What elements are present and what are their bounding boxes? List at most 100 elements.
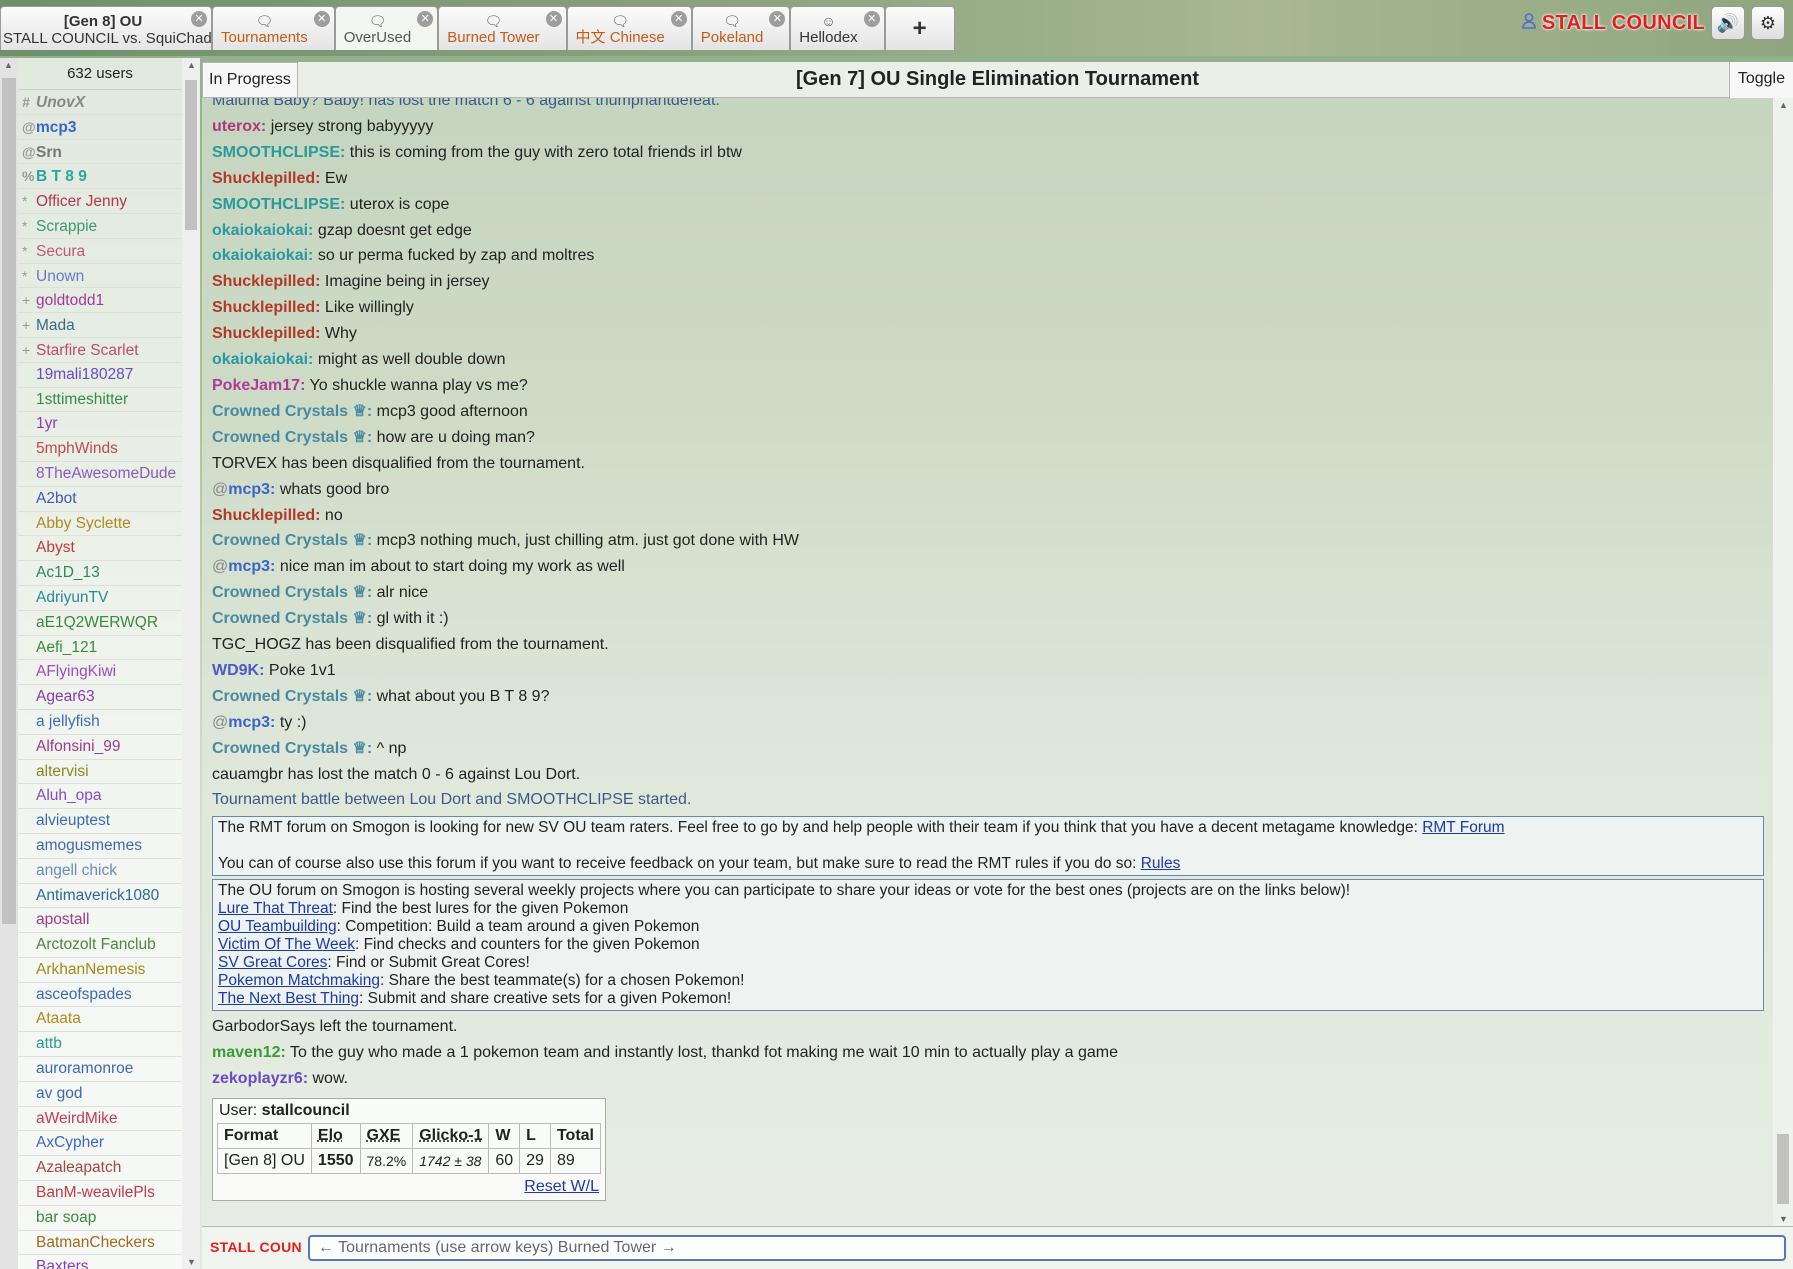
user-list-item[interactable]: + Mada (18, 313, 182, 338)
user-list-item[interactable]: a jellyfish (18, 710, 182, 735)
user-list-item[interactable]: AdriyunTV (18, 586, 182, 611)
chat-username[interactable]: uterox: (212, 118, 266, 135)
chat-username[interactable]: Shucklepilled: (212, 273, 320, 290)
sound-button[interactable]: 🔊 (1711, 6, 1745, 40)
user-list-item[interactable]: %B T 8 9 (18, 164, 182, 190)
user-list-item[interactable]: alvieuptest (18, 809, 182, 834)
chat-username[interactable]: Shucklepilled: (212, 299, 320, 316)
user-list-item[interactable]: AxCypher (18, 1131, 182, 1157)
user-list-item[interactable]: Baxters (18, 1255, 182, 1269)
close-icon[interactable]: ✕ (670, 11, 687, 27)
toggle-button[interactable]: Toggle (1728, 62, 1793, 98)
user-list-item[interactable]: Alfonsini_99 (18, 735, 182, 760)
user-list-item[interactable]: BatmanCheckers (18, 1231, 182, 1256)
chat-username[interactable]: Shucklepilled: (212, 170, 320, 187)
rmt-forum-link[interactable]: RMT Forum (1422, 819, 1504, 836)
close-icon[interactable]: ✕ (417, 11, 434, 27)
user-list-item[interactable]: 5mphWinds (18, 437, 182, 462)
chat-scrollbar[interactable]: ▲ ▼ (1773, 98, 1793, 1226)
user-list-item[interactable]: Abyst (18, 536, 182, 562)
user-list-item[interactable]: Arctozolt Fanclub (18, 933, 182, 958)
chat-username[interactable]: Crowned Crystals ♕: (212, 740, 372, 757)
user-list-item[interactable]: + Starfire Scarlet (18, 338, 182, 363)
user-list-item[interactable]: av god (18, 1082, 182, 1107)
chat-username[interactable]: Crowned Crystals ♕: (212, 403, 372, 420)
user-list-item[interactable]: Antimaverick1080 (18, 884, 182, 909)
chat-username[interactable]: Shucklepilled: (212, 507, 320, 524)
chat-username[interactable]: @mcp3: (212, 558, 275, 575)
chat-username[interactable]: Shucklepilled: (212, 325, 320, 342)
project-link[interactable]: The Next Best Thing (218, 990, 359, 1007)
scroll-up-icon[interactable]: ▲ (187, 60, 196, 70)
chat-username[interactable]: WD9K: (212, 662, 264, 679)
user-list-item[interactable]: auroramonroe (18, 1057, 182, 1082)
user-list-item[interactable]: @Srn (18, 140, 182, 165)
username-button[interactable]: STALL COUNCIL (1542, 12, 1705, 35)
chat-username[interactable]: zekoplayzr6: (212, 1070, 308, 1087)
user-list-item[interactable]: + goldtodd1 (18, 288, 182, 314)
chat-username[interactable]: Crowned Crystals ♕: (212, 584, 372, 601)
user-list-item[interactable]: 1sttimeshitter (18, 388, 182, 413)
close-icon[interactable]: ✕ (545, 11, 562, 27)
settings-button[interactable]: ⚙ (1751, 6, 1785, 40)
user-list-item[interactable]: altervisi (18, 760, 182, 785)
tab-tournaments[interactable]: 🗨 Tournaments ✕ (212, 6, 335, 50)
page-scrollbar[interactable]: ▲ (0, 58, 18, 1269)
user-list-item[interactable]: angell chick (18, 859, 182, 884)
user-list-item[interactable]: aWeirdMike (18, 1107, 182, 1132)
project-link[interactable]: Pokemon Matchmaking (218, 972, 380, 989)
user-list-item[interactable]: aE1Q2WERWQR (18, 611, 182, 636)
new-tab-button[interactable]: + (884, 6, 955, 50)
reset-wl-link[interactable]: Reset W/L (524, 1178, 599, 1195)
chat-username[interactable]: Crowned Crystals ♕: (212, 688, 372, 705)
chat-username[interactable]: okaiokaiokai: (212, 247, 313, 264)
scrollbar-thumb[interactable] (1777, 1134, 1789, 1204)
user-list-scrollbar[interactable]: ▲ ▼ (182, 58, 200, 1269)
close-icon[interactable]: ✕ (769, 11, 786, 27)
scroll-down-icon[interactable]: ▼ (1779, 1214, 1788, 1224)
project-link[interactable]: SV Great Cores (218, 954, 327, 971)
user-list-item[interactable]: 8TheAwesomeDude (18, 462, 182, 487)
user-list-item[interactable]: Abby Syclette (18, 512, 182, 537)
scroll-down-icon[interactable]: ▼ (187, 1257, 196, 1267)
user-list-item[interactable]: # UnovX (18, 90, 182, 115)
compose-username[interactable]: STALL COUNCIL (210, 1239, 302, 1255)
user-list-item[interactable]: * Officer Jenny (18, 189, 182, 214)
user-list-item[interactable]: 1yr (18, 412, 182, 438)
scroll-up-icon[interactable]: ▲ (1779, 100, 1788, 110)
chat-username[interactable]: @mcp3: (212, 481, 275, 498)
tab-chinese[interactable]: 🗨 中文 Chinese ✕ (566, 6, 692, 50)
user-list-item[interactable]: Aluh_opa (18, 784, 182, 810)
user-list-item[interactable]: Ataata (18, 1007, 182, 1033)
project-link[interactable]: Lure That Threat (218, 900, 333, 917)
user-list-item[interactable]: Ac1D_13 (18, 561, 182, 586)
chat-username[interactable]: Crowned Crystals ♕: (212, 429, 372, 446)
user-list-item[interactable]: asceofspades (18, 983, 182, 1008)
user-list-item[interactable]: BanM-weavilePls (18, 1181, 182, 1206)
user-list-item[interactable]: attb (18, 1032, 182, 1058)
tab-pokeland[interactable]: 🗨 Pokeland ✕ (691, 6, 791, 50)
project-link[interactable]: OU Teambuilding (218, 918, 337, 935)
user-list-item[interactable]: bar soap (18, 1206, 182, 1231)
chat-username[interactable]: SMOOTHCLIPSE: (212, 144, 345, 161)
scroll-up-icon[interactable]: ▲ (4, 60, 13, 70)
tab-battle[interactable]: [Gen 8] OU STALL COUNCIL vs. SquiChad ✕ (0, 6, 212, 50)
user-list-item[interactable]: amogusmemes (18, 834, 182, 859)
user-list-item[interactable]: ArkhanNemesis (18, 958, 182, 983)
user-list-item[interactable]: AFlyingKiwi (18, 660, 182, 686)
user-list-item[interactable]: Aefi_121 (18, 636, 182, 661)
user-list-item[interactable]: * Secura (18, 239, 182, 264)
tab-hellodex[interactable]: ☺ Hellodex ✕ (790, 6, 885, 50)
user-list-item[interactable]: apostall (18, 908, 182, 934)
scrollbar-thumb[interactable] (2, 78, 16, 924)
user-list-item[interactable]: 19mali180287 (18, 363, 182, 388)
tab-burned-tower[interactable]: 🗨 Burned Tower ✕ (438, 6, 567, 50)
project-link[interactable]: Victim Of The Week (218, 936, 355, 953)
chat-input[interactable] (310, 1237, 1784, 1259)
user-list-item[interactable]: * Unown (18, 264, 182, 289)
chat-username[interactable]: Crowned Crystals ♕: (212, 532, 372, 549)
rules-link[interactable]: Rules (1141, 855, 1181, 872)
chat-username[interactable]: @mcp3: (212, 714, 275, 731)
user-list-item[interactable]: Agear63 (18, 685, 182, 710)
user-list-item[interactable]: @mcp3 (18, 115, 182, 140)
